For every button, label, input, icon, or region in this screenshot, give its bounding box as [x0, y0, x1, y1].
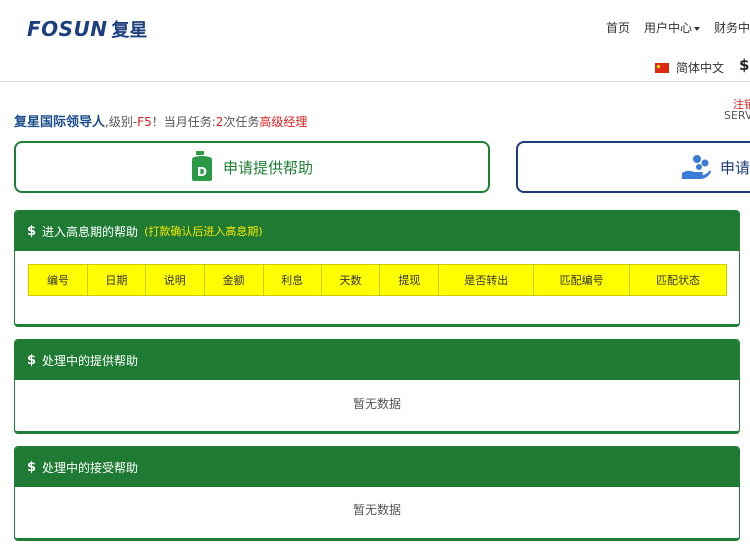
panel-header: $ 处理中的提供帮助: [15, 340, 739, 380]
language-selector[interactable]: 简体中文: [655, 59, 724, 76]
fosun-logo[interactable]: FOSUN 复星: [27, 16, 148, 42]
nav-finance[interactable]: 财务中: [714, 19, 750, 36]
service-link[interactable]: SERV: [724, 109, 750, 122]
user-title: 复星国际领导人: [14, 115, 106, 130]
chevron-down-icon: [694, 26, 701, 31]
processing-provide-panel: $ 处理中的提供帮助 暂无数据: [14, 339, 740, 434]
col-withdraw: 提现: [379, 264, 440, 296]
rank-title: 高级经理: [259, 115, 308, 129]
panel-header: $ 进入高息期的帮助 (打款确认后进入高息期): [15, 211, 739, 251]
language-label: 简体中文: [676, 61, 725, 75]
level-value: F5: [137, 115, 152, 129]
panel-header: $ 处理中的接受帮助: [15, 447, 739, 487]
dollar-icon: $: [27, 223, 37, 239]
task-prefix: ！当月任务:: [151, 115, 216, 129]
provide-help-label: 申请提供帮助: [222, 158, 313, 177]
level-prefix: ,级别-: [105, 115, 138, 129]
panel-title: 进入高息期的帮助: [42, 224, 139, 239]
jar-letter: D: [197, 165, 207, 179]
main-nav: 首页 用户中心 财务中: [606, 19, 750, 36]
logo-text-cn: 复星: [111, 20, 148, 41]
currency-icon[interactable]: $: [739, 56, 749, 74]
col-interest: 利息: [262, 264, 322, 296]
panel-title: 处理中的提供帮助: [42, 353, 139, 368]
col-id: 编号: [28, 264, 88, 296]
task-suffix: 次任务: [223, 115, 260, 129]
provide-help-button[interactable]: D 申请提供帮助: [14, 141, 490, 193]
table-header-row: 编号 日期 说明 金额 利息 天数 提现 是否转出 匹配编号 匹配状态: [28, 264, 727, 296]
col-amount: 金额: [203, 264, 264, 296]
china-flag-icon: [655, 62, 669, 73]
dollar-icon: $: [27, 459, 37, 475]
panel-title: 处理中的接受帮助: [42, 460, 139, 475]
col-days: 天数: [320, 264, 381, 296]
user-info-line: 复星国际领导人,级别-F5！当月任务:2次任务高级经理: [14, 111, 307, 130]
col-match-status: 匹配状态: [629, 264, 727, 296]
money-jar-icon: D: [191, 151, 212, 181]
high-interest-table: 编号 日期 说明 金额 利息 天数 提现 是否转出 匹配编号 匹配状态: [28, 264, 727, 296]
accept-help-label: 申请: [720, 158, 750, 177]
top-header: FOSUN 复星 首页 用户中心 财务中 简体中文 $: [0, 0, 750, 82]
col-desc: 说明: [144, 264, 205, 296]
panel-note: (打款确认后进入高息期): [144, 225, 263, 238]
processing-accept-panel: $ 处理中的接受帮助 暂无数据: [14, 446, 740, 541]
col-date: 日期: [86, 264, 146, 296]
logo-text-en: FOSUN: [27, 17, 108, 41]
high-interest-panel: $ 进入高息期的帮助 (打款确认后进入高息期) 编号 日期 说明 金额 利息 天…: [14, 210, 740, 327]
empty-state: 暂无数据: [352, 503, 401, 517]
nav-user-center-label: 用户中心: [644, 21, 693, 35]
hand-coins-icon: [682, 155, 711, 179]
col-transferred: 是否转出: [438, 264, 535, 296]
nav-home[interactable]: 首页: [606, 19, 630, 36]
nav-user-center[interactable]: 用户中心: [644, 19, 701, 36]
col-match-id: 匹配编号: [533, 264, 631, 296]
accept-help-button[interactable]: 申请: [516, 141, 750, 193]
dollar-icon: $: [27, 352, 37, 368]
empty-state: 暂无数据: [352, 397, 401, 411]
